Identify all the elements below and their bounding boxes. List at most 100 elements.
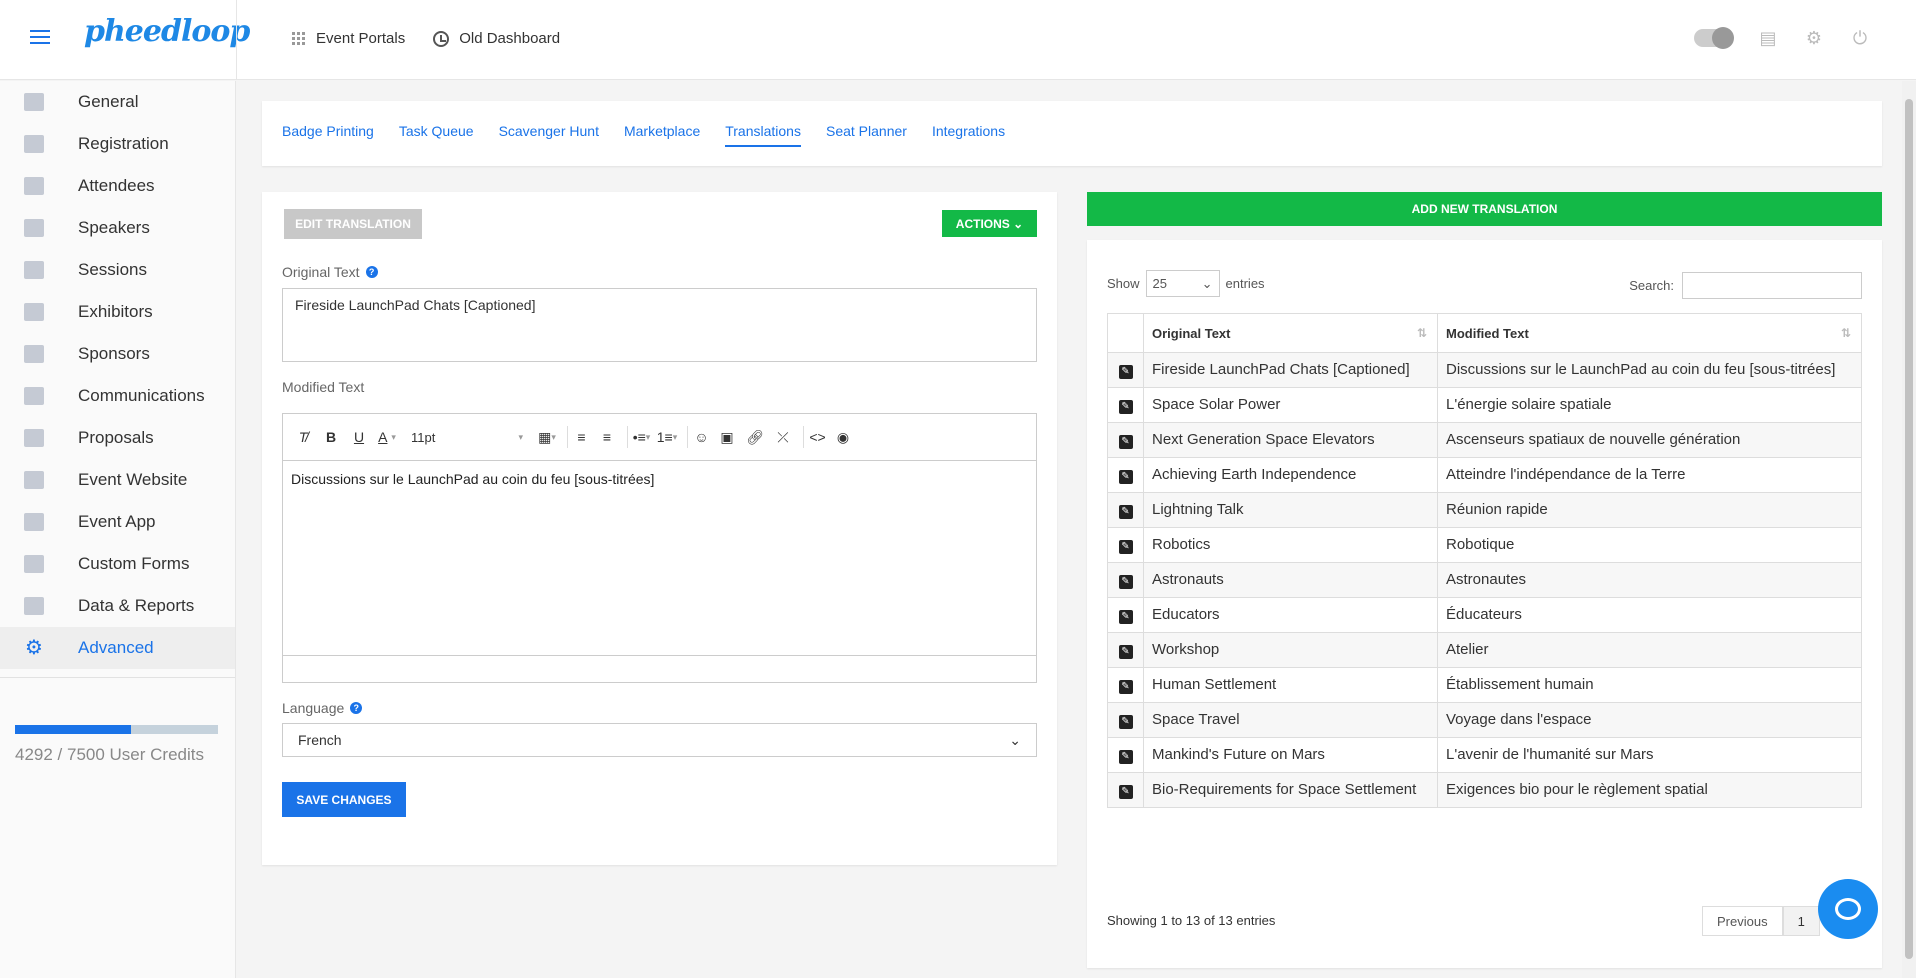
bullet-list-icon[interactable]: •≡ ▾ [627,426,651,448]
table-row[interactable]: ✎ Workshop Atelier [1107,632,1862,668]
tab-marketplace[interactable]: Marketplace [624,123,700,147]
previous-page-button[interactable]: Previous [1702,906,1783,936]
edit-icon[interactable]: ✎ [1118,785,1133,799]
credits-progress [15,725,218,734]
align-left-icon[interactable]: ≡ [567,426,591,448]
table-row[interactable]: ✎ Astronauts Astronautes [1107,562,1862,598]
tab-translations[interactable]: Translations [725,123,801,147]
link-icon[interactable]: 🔗︎ [743,426,767,448]
sidebar-item-registration[interactable]: Registration [0,123,235,165]
modified-text-header-label: Modified Text [1446,325,1529,341]
tab-seat-planner[interactable]: Seat Planner [826,123,907,147]
sidebar-item-sessions[interactable]: Sessions [0,249,235,291]
preview-icon[interactable]: ◉ [831,426,855,448]
sidebar-item-event-website[interactable]: Event Website [0,459,235,501]
table-row[interactable]: ✎ Educators Éducateurs [1107,597,1862,633]
event-portals-link[interactable]: Event Portals [292,30,405,47]
table-row[interactable]: ✎ Space Solar Power L'énergie solaire spat… [1107,387,1862,423]
sidebar-item-speakers[interactable]: Speakers [0,207,235,249]
edit-icon[interactable]: ✎ [1118,750,1133,764]
edit-icon[interactable]: ✎ [1118,470,1133,484]
edit-translation-button: EDIT TRANSLATION [284,209,422,239]
numbered-list-icon[interactable]: 1≡ ▾ [655,426,679,448]
add-new-translation-button[interactable]: ADD NEW TRANSLATION [1087,192,1882,226]
edit-icon[interactable]: ✎ [1118,435,1133,449]
actions-button[interactable]: ACTIONS ⌄ [942,210,1037,237]
table-row[interactable]: ✎ Achieving Earth Independence Atteindre l… [1107,457,1862,493]
language-select[interactable]: French ⌄ [282,723,1037,757]
menu-icon[interactable] [30,30,50,46]
modified-text-column-header[interactable]: Modified Text ⇅ [1437,313,1862,353]
help-icon[interactable]: ? [350,702,363,714]
edit-icon[interactable]: ✎ [1118,575,1133,589]
edit-icon[interactable]: ✎ [1118,610,1133,624]
save-changes-button[interactable]: SAVE CHANGES [282,782,406,817]
mode-toggle[interactable] [1694,27,1734,49]
chat-support-button[interactable] [1818,879,1878,939]
clear-format-icon[interactable]: T̸ [291,426,315,448]
search-input[interactable] [1682,272,1862,299]
table-row[interactable]: ✎ Mankind's Future on Mars L'avenir de l'h… [1107,737,1862,773]
bar-chart-icon [24,597,44,615]
tab-badge-printing[interactable]: Badge Printing [282,123,374,147]
sidebar-item-advanced[interactable]: ⚙ Advanced [0,627,235,669]
edit-icon[interactable]: ✎ [1118,645,1133,659]
sidebar-item-general[interactable]: General [0,81,235,123]
sidebar-item-label: Sessions [78,260,147,279]
tab-scavenger-hunt[interactable]: Scavenger Hunt [499,123,599,147]
tab-task-queue[interactable]: Task Queue [399,123,474,147]
phone-icon [24,513,44,531]
edit-icon[interactable]: ✎ [1118,365,1133,379]
text-color-icon[interactable]: A ▾ [375,426,399,448]
modified-text-editor[interactable]: Discussions sur le LaunchPad au coin du … [283,461,1036,656]
table-row[interactable]: ✎ Lightning Talk Réunion rapide [1107,492,1862,528]
sidebar-item-sponsors[interactable]: Sponsors [0,333,235,375]
help-icon[interactable]: ? [365,266,378,278]
sidebar-item-data-reports[interactable]: Data & Reports [0,585,235,627]
table-row[interactable]: ✎ Space Travel Voyage dans l'espace [1107,702,1862,738]
edit-icon[interactable]: ✎ [1118,540,1133,554]
page-scrollbar[interactable] [1902,81,1916,978]
entries-select[interactable]: 25 ⌄ [1145,270,1220,297]
upload-icon [24,261,44,279]
table-row[interactable]: ✎ Bio-Requirements for Space Settlement Ex… [1107,772,1862,808]
gear-icon[interactable]: ⚙ [1804,28,1824,48]
table-row[interactable]: ✎ Human Settlement Établissement humain [1107,667,1862,703]
sidebar-item-exhibitors[interactable]: Exhibitors [0,291,235,333]
sidebar-item-proposals[interactable]: Proposals [0,417,235,459]
table-row[interactable]: ✎ Next Generation Space Elevators Ascenseu… [1107,422,1862,458]
bold-icon[interactable]: B [319,426,343,448]
unlink-icon[interactable]: ⤫ [771,426,795,448]
calendar-icon[interactable]: ▤ [1758,28,1778,48]
emoji-icon[interactable]: ☺ [687,426,711,448]
original-text-cell: Mankind's Future on Mars [1143,737,1438,773]
power-icon[interactable]: ⏻ [1850,28,1870,48]
tab-integrations[interactable]: Integrations [932,123,1005,147]
sidebar-item-communications[interactable]: Communications [0,375,235,417]
edit-icon[interactable]: ✎ [1118,400,1133,414]
table-icon[interactable]: ▦ ▾ [535,426,559,448]
page-1-button[interactable]: 1 [1782,906,1820,936]
translations-list-card: Show 25 ⌄ entries Search: Original Text ⇅ … [1087,240,1882,968]
original-text-field[interactable]: Fireside LaunchPad Chats [Captioned] [282,288,1037,362]
modified-text-cell: Astronautes [1437,562,1862,598]
logo[interactable]: pheedloop [84,14,250,49]
sidebar-item-attendees[interactable]: Attendees [0,165,235,207]
underline-icon[interactable]: U [347,426,371,448]
font-size-select[interactable]: 11pt ▾ [403,426,531,448]
image-icon[interactable]: ▣ [715,426,739,448]
align-center-icon[interactable]: ≡ [595,426,619,448]
table-row[interactable]: ✎ Robotics Robotique [1107,527,1862,563]
event-portals-label: Event Portals [316,30,406,47]
table-row[interactable]: ✎ Fireside LaunchPad Chats [Captioned] Dis… [1107,352,1862,388]
code-icon[interactable]: <> [803,426,827,448]
sidebar-item-event-app[interactable]: Event App [0,501,235,543]
sidebar-item-custom-forms[interactable]: Custom Forms [0,543,235,585]
edit-icon[interactable]: ✎ [1118,715,1133,729]
chat-icon [24,387,44,405]
edit-icon[interactable]: ✎ [1118,680,1133,694]
original-text-column-header[interactable]: Original Text ⇅ [1143,313,1438,353]
scrollbar-thumb[interactable] [1905,99,1913,959]
old-dashboard-link[interactable]: Old Dashboard [433,30,560,47]
edit-icon[interactable]: ✎ [1118,505,1133,519]
